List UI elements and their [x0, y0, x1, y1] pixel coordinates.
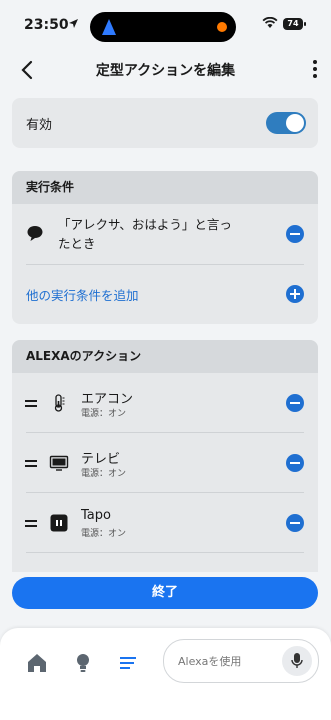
bottom-tab-bar: Alexaを使用 — [0, 628, 331, 720]
remove-action-button[interactable] — [286, 514, 304, 532]
action-item[interactable]: エアコン 電源：オン — [12, 373, 318, 433]
header: 定型アクションを編集 — [0, 50, 331, 90]
recording-dot-icon — [217, 22, 227, 32]
drag-handle-icon[interactable] — [25, 460, 37, 468]
remove-action-button[interactable] — [286, 454, 304, 472]
action-device-name: テレビ — [81, 452, 121, 467]
thermometer-icon — [54, 394, 65, 412]
trigger-phrase-row[interactable]: 「アレクサ、おはよう」と言っ たとき — [12, 204, 318, 265]
actions-section-title: ALEXAのアクション — [12, 340, 318, 373]
action-device-state: 電源：オン — [81, 469, 127, 479]
battery-icon: 74 — [283, 18, 306, 30]
action-device-name: Tapo — [81, 508, 111, 523]
actions-card: ALEXAのアクション エアコン 電源：オン テレビ 電源：オン Tapo 電源… — [12, 340, 318, 572]
dynamic-island — [90, 12, 236, 42]
action-device-name: エアコン — [81, 392, 134, 407]
microphone-icon — [291, 653, 303, 668]
enabled-card: 有効 — [12, 98, 318, 148]
more-options-icon[interactable] — [309, 58, 321, 82]
smart-plug-icon — [50, 514, 68, 532]
alexa-input-placeholder: Alexaを使用 — [178, 655, 242, 668]
finish-button[interactable]: 終了 — [12, 577, 318, 609]
toggle-knob — [286, 114, 304, 132]
home-icon[interactable] — [26, 652, 48, 674]
page-title: 定型アクションを編集 — [95, 63, 236, 79]
trigger-section-title: 実行条件 — [12, 171, 318, 204]
mic-button[interactable] — [282, 646, 312, 676]
enabled-label: 有効 — [26, 118, 53, 133]
alexa-input[interactable]: Alexaを使用 — [163, 639, 319, 683]
wifi-icon — [262, 17, 278, 28]
action-device-state: 電源：オン — [81, 409, 127, 419]
trigger-phrase-line2: たとき — [58, 236, 96, 251]
action-device-state: 電源：オン — [81, 529, 127, 539]
remove-action-button[interactable] — [286, 394, 304, 412]
trigger-phrase: 「アレクサ、おはよう」と言っ たとき — [58, 215, 232, 253]
add-trigger-row[interactable]: 他の実行条件を追加 — [12, 265, 318, 324]
status-time: 23:50 — [24, 17, 69, 33]
enabled-toggle[interactable] — [266, 112, 306, 134]
speech-bubble-icon — [27, 226, 43, 241]
location-arrow-icon — [69, 19, 78, 28]
add-trigger-link[interactable]: 他の実行条件を追加 — [26, 285, 139, 304]
action-item[interactable]: テレビ 電源：オン — [12, 433, 318, 493]
add-trigger-button[interactable] — [286, 285, 304, 303]
action-item[interactable]: Tapo 電源：オン — [12, 493, 318, 553]
trigger-phrase-line1: 「アレクサ、おはよう」と言っ — [58, 217, 232, 232]
remove-trigger-button[interactable] — [286, 225, 304, 243]
drag-handle-icon[interactable] — [25, 400, 37, 408]
drag-handle-icon[interactable] — [25, 520, 37, 528]
routines-menu-icon[interactable] — [117, 652, 139, 674]
devices-lightbulb-icon[interactable] — [72, 652, 94, 674]
divider — [26, 552, 304, 553]
tv-icon — [49, 455, 69, 471]
status-bar: 23:50 74 — [0, 0, 331, 50]
navigation-arrow-icon — [102, 19, 116, 35]
trigger-card: 実行条件 「アレクサ、おはよう」と言っ たとき 他の実行条件を追加 — [12, 171, 318, 324]
